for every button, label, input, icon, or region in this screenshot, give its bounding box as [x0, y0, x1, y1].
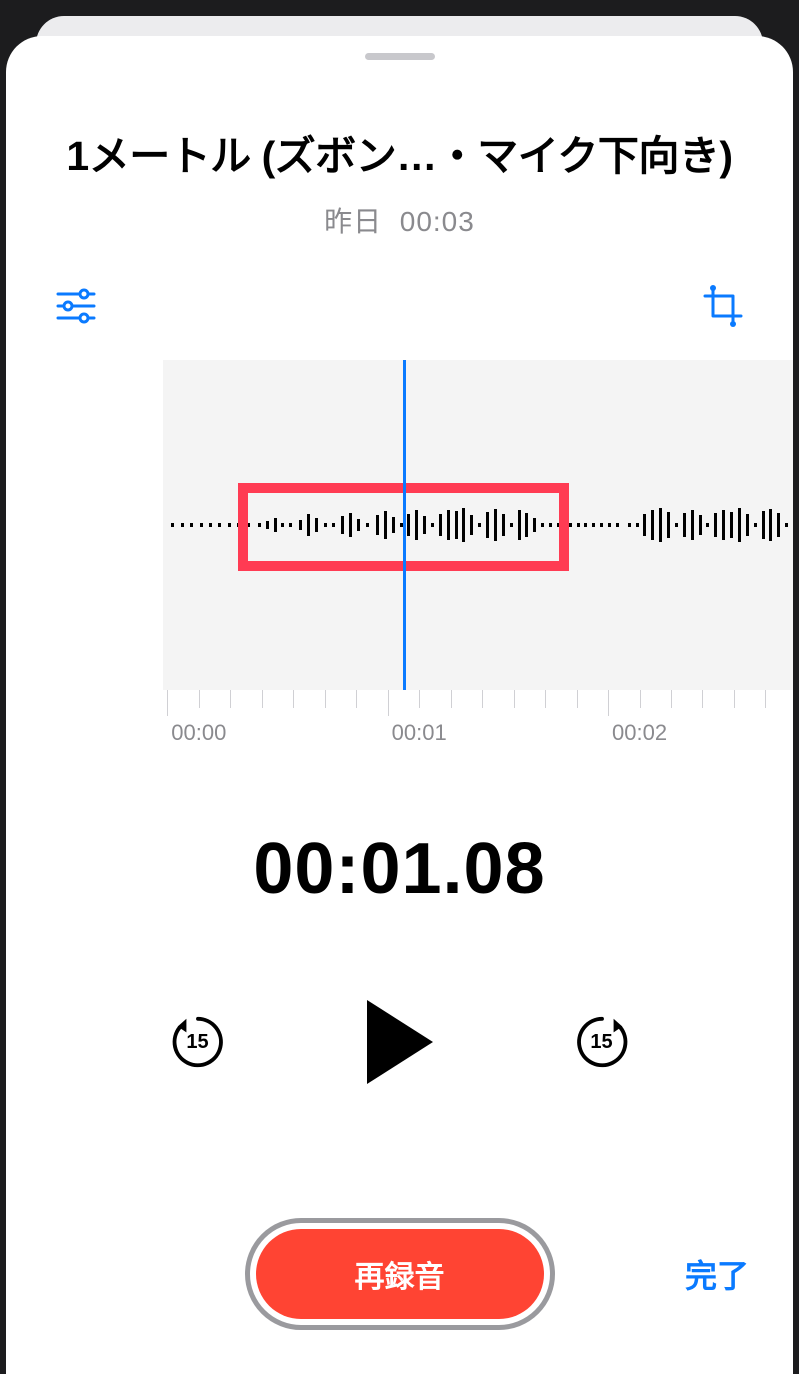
waveform-bar — [171, 523, 174, 527]
ruler-tick — [230, 690, 231, 708]
waveform-bar — [754, 523, 757, 527]
waveform-bar — [722, 510, 725, 540]
sliders-icon[interactable] — [48, 278, 104, 334]
waveform-bar — [769, 509, 772, 541]
waveform-bar — [181, 523, 184, 527]
ruler-tick — [482, 690, 483, 708]
recording-subtitle: 昨日 00:03 — [20, 200, 779, 240]
ruler-tick — [419, 690, 420, 708]
waveform-bar — [200, 523, 203, 527]
ruler-tick — [608, 690, 609, 716]
waveform-bar — [577, 523, 580, 527]
waveform-bar — [608, 523, 611, 527]
ruler-tick — [167, 690, 168, 716]
ruler-tick — [514, 690, 515, 708]
crop-icon[interactable] — [695, 278, 751, 334]
ruler-tick — [325, 690, 326, 708]
waveform-bar — [691, 510, 694, 540]
ruler-label: 00:01 — [392, 720, 447, 746]
current-timecode: 00:01.08 — [6, 828, 793, 910]
waveform-bar — [699, 515, 702, 535]
ruler-tick — [577, 690, 578, 708]
recording-duration: 00:03 — [400, 206, 475, 237]
skip-forward-seconds-label: 15 — [573, 1013, 631, 1071]
waveform-bar — [714, 513, 717, 537]
ruler-tick — [199, 690, 200, 708]
ruler-label: 00:02 — [612, 720, 667, 746]
waveform-bar — [683, 513, 686, 537]
waveform-area[interactable] — [6, 360, 793, 690]
ruler-tick — [545, 690, 546, 708]
waveform-bar — [569, 523, 572, 527]
waveform-bar — [730, 512, 733, 538]
skip-back-seconds-label: 15 — [169, 1013, 227, 1071]
play-button[interactable] — [367, 1000, 433, 1084]
time-ruler[interactable]: 00:00 00:01 00:02 — [6, 690, 793, 760]
waveform-bar — [616, 523, 619, 527]
ruler-tick — [765, 690, 766, 708]
waveform-bar — [706, 523, 709, 527]
ruler-tick — [640, 690, 641, 708]
ruler-label: 00:00 — [171, 720, 226, 746]
waveform-bar — [762, 511, 765, 539]
waveform-bar — [785, 523, 788, 527]
waveform-bar — [643, 514, 646, 536]
done-button[interactable]: 完了 — [685, 1251, 749, 1297]
rerecord-button-label: 再録音 — [355, 1252, 445, 1296]
waveform-bar — [592, 523, 595, 527]
recording-detail-sheet: 1メートル (ズボン…・マイク下向き) 昨日 00:03 — [6, 36, 793, 1374]
waveform-bar — [651, 510, 654, 540]
waveform-bar — [628, 523, 631, 527]
waveform-bar — [636, 523, 639, 527]
waveform-bar — [675, 523, 678, 527]
ruler-tick — [356, 690, 357, 708]
waveform-bar — [667, 512, 670, 538]
ruler-tick — [388, 690, 389, 716]
ruler-tick — [734, 690, 735, 708]
skip-back-15-button[interactable]: 15 — [169, 1013, 227, 1071]
waveform-bar — [746, 514, 749, 536]
waveform-bar — [190, 523, 193, 527]
waveform-bar — [228, 523, 231, 527]
waveform-bar — [659, 508, 662, 542]
waveform-bar — [209, 523, 212, 527]
rerecord-button[interactable]: 再録音 — [245, 1218, 555, 1330]
sheet-grabber[interactable] — [365, 53, 435, 60]
ruler-tick — [262, 690, 263, 708]
waveform-bar — [600, 523, 603, 527]
waveform-bar — [584, 523, 587, 527]
skip-forward-15-button[interactable]: 15 — [573, 1013, 631, 1071]
waveform-bar — [738, 508, 741, 542]
ruler-tick — [671, 690, 672, 708]
waveform-bar — [777, 513, 780, 537]
waveform-bar — [218, 523, 221, 527]
playhead[interactable] — [403, 360, 406, 690]
recording-day: 昨日 — [324, 206, 382, 237]
ruler-tick — [293, 690, 294, 708]
ruler-tick — [451, 690, 452, 708]
recording-title[interactable]: 1メートル (ズボン…・マイク下向き) — [20, 122, 779, 182]
ruler-tick — [702, 690, 703, 708]
